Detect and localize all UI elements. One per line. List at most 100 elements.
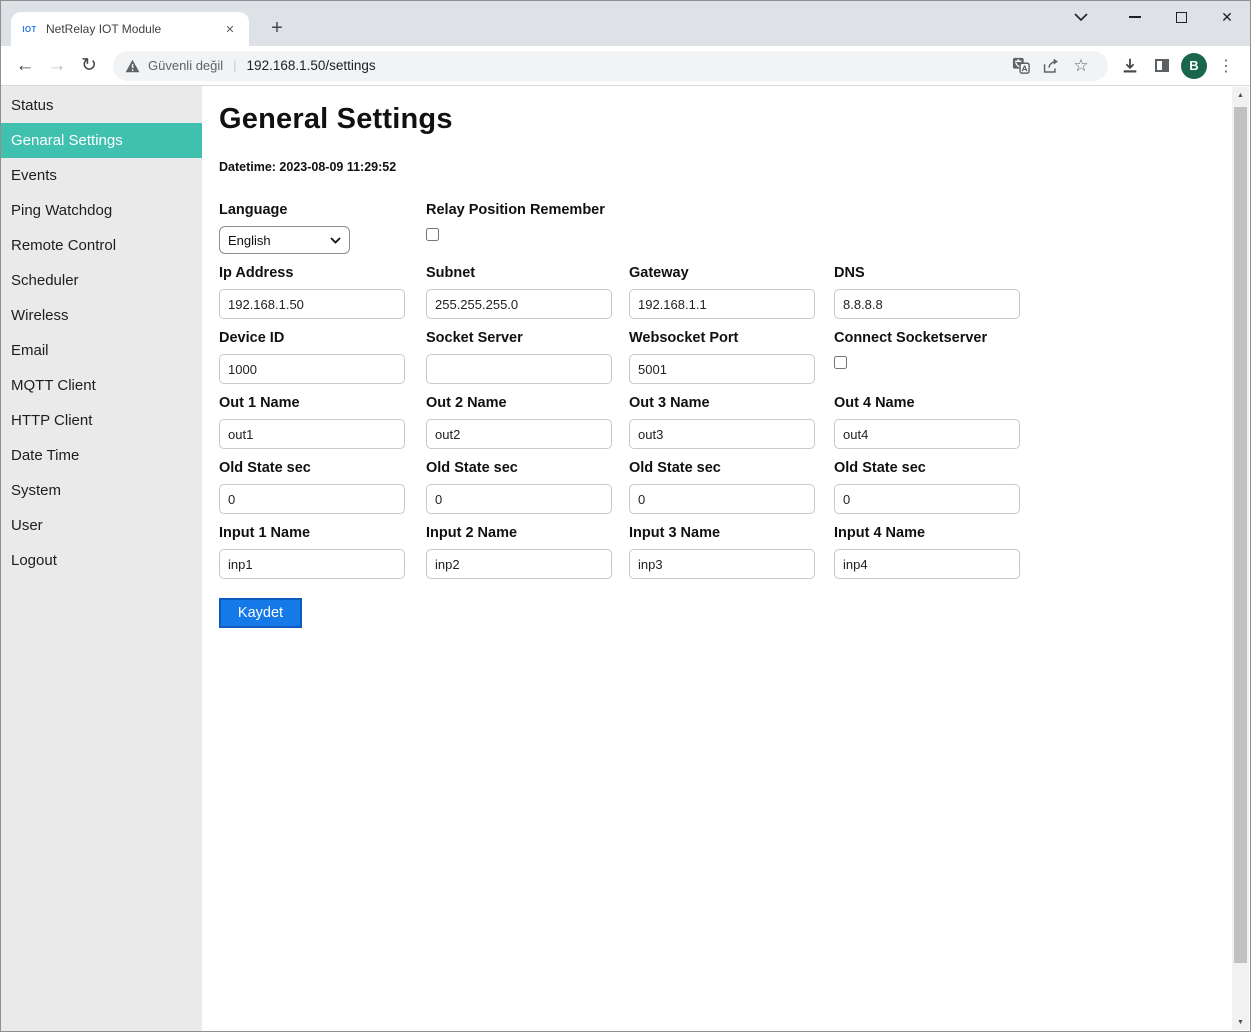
not-secure-warning-icon: [125, 59, 140, 73]
socket-server-input[interactable]: [426, 354, 612, 384]
old-state-sec-3-label: Old State sec: [629, 459, 834, 477]
device-id-label: Device ID: [219, 329, 426, 347]
url-text: 192.168.1.50/settings: [247, 58, 376, 73]
translate-icon[interactable]: [1006, 52, 1036, 80]
gateway-label: Gateway: [629, 264, 834, 282]
sidebar-item-ping-watchdog[interactable]: Ping Watchdog: [1, 193, 202, 228]
out-3-name-input[interactable]: [629, 419, 815, 449]
old-state-sec-4-label: Old State sec: [834, 459, 1039, 477]
relay-position-remember-checkbox[interactable]: [426, 228, 439, 241]
scrollbar-track[interactable]: [1232, 103, 1249, 1014]
out-1-name-input[interactable]: [219, 419, 405, 449]
browser-window: IOT NetRelay IOT Module ✕ + ✕ ← → ↻ Güve…: [0, 0, 1251, 1032]
out-1-name-label: Out 1 Name: [219, 394, 426, 412]
sidebar-item-logout[interactable]: Logout: [1, 543, 202, 578]
language-select[interactable]: English: [219, 226, 350, 254]
input-1-name-input[interactable]: [219, 549, 405, 579]
scroll-up-icon[interactable]: ▲: [1232, 87, 1249, 103]
old-state-sec-1-input[interactable]: [219, 484, 405, 514]
out-3-name-label: Out 3 Name: [629, 394, 834, 412]
sidebar-item-user[interactable]: User: [1, 508, 202, 543]
window-controls: ✕: [1058, 1, 1250, 33]
old-state-sec-2-input[interactable]: [426, 484, 612, 514]
sidebar-item-mqtt-client[interactable]: MQTT Client: [1, 368, 202, 403]
forward-icon[interactable]: →: [41, 50, 73, 82]
language-selected-value: English: [228, 233, 330, 248]
old-state-sec-4-input[interactable]: [834, 484, 1020, 514]
side-panel-icon[interactable]: [1146, 50, 1178, 82]
new-tab-button[interactable]: +: [263, 14, 291, 42]
address-bar[interactable]: Güvenli değil | 192.168.1.50/settings: [113, 51, 1108, 81]
tab-strip: IOT NetRelay IOT Module ✕ + ✕: [1, 1, 1250, 46]
sidebar-item-status[interactable]: Status: [1, 88, 202, 123]
back-icon[interactable]: ←: [9, 50, 41, 82]
download-icon[interactable]: [1114, 50, 1146, 82]
browser-tab[interactable]: IOT NetRelay IOT Module ✕: [11, 12, 249, 46]
bookmark-star-icon[interactable]: ☆: [1066, 52, 1096, 80]
omnibox-divider: |: [233, 58, 236, 73]
dns-label: DNS: [834, 264, 1039, 282]
old-state-sec-2-label: Old State sec: [426, 459, 629, 477]
sidebar-item-general-settings[interactable]: Genaral Settings: [1, 123, 202, 158]
subnet-input[interactable]: [426, 289, 612, 319]
sidebar-item-events[interactable]: Events: [1, 158, 202, 193]
connect-socketserver-label: Connect Socketserver: [834, 329, 1039, 347]
relay-position-remember-label: Relay Position Remember: [426, 201, 629, 219]
security-label: Güvenli değil: [148, 58, 223, 73]
tab-title: NetRelay IOT Module: [46, 22, 221, 36]
out-4-name-input[interactable]: [834, 419, 1020, 449]
sidebar-item-remote-control[interactable]: Remote Control: [1, 228, 202, 263]
sidebar-nav: Status Genaral Settings Events Ping Watc…: [1, 86, 202, 1032]
sidebar-item-date-time[interactable]: Date Time: [1, 438, 202, 473]
scrollbar-thumb[interactable]: [1234, 107, 1247, 963]
old-state-sec-1-label: Old State sec: [219, 459, 426, 477]
ip-address-label: Ip Address: [219, 264, 426, 282]
tab-search-chevron-icon[interactable]: [1058, 1, 1104, 33]
browser-toolbar: ← → ↻ Güvenli değil | 192.168.1.50/setti…: [1, 46, 1250, 86]
out-2-name-input[interactable]: [426, 419, 612, 449]
tab-close-icon[interactable]: ✕: [221, 20, 239, 38]
sidebar-item-scheduler[interactable]: Scheduler: [1, 263, 202, 298]
save-button[interactable]: Kaydet: [219, 598, 302, 628]
browser-menu-kebab-icon[interactable]: ⋮: [1210, 50, 1242, 82]
refresh-icon[interactable]: ↻: [73, 50, 105, 82]
maximize-icon: [1176, 12, 1187, 23]
old-state-sec-3-input[interactable]: [629, 484, 815, 514]
profile-avatar[interactable]: B: [1178, 50, 1210, 82]
out-4-name-label: Out 4 Name: [834, 394, 1039, 412]
connect-socketserver-checkbox[interactable]: [834, 356, 847, 369]
minimize-icon: [1129, 16, 1141, 18]
dns-input[interactable]: [834, 289, 1020, 319]
websocket-port-input[interactable]: [629, 354, 815, 384]
input-3-name-input[interactable]: [629, 549, 815, 579]
close-window-button[interactable]: ✕: [1204, 1, 1250, 33]
out-2-name-label: Out 2 Name: [426, 394, 629, 412]
sidebar-item-http-client[interactable]: HTTP Client: [1, 403, 202, 438]
settings-content: General Settings Datetime: 2023-08-09 11…: [202, 86, 1250, 1032]
sidebar-item-email[interactable]: Email: [1, 333, 202, 368]
gateway-input[interactable]: [629, 289, 815, 319]
ip-address-input[interactable]: [219, 289, 405, 319]
page-scrollbar[interactable]: ▲ ▼: [1232, 87, 1249, 1030]
datetime-label: Datetime: 2023-08-09 11:29:52: [219, 160, 1230, 174]
subnet-label: Subnet: [426, 264, 629, 282]
page-title: General Settings: [219, 102, 1230, 136]
input-4-name-label: Input 4 Name: [834, 524, 1039, 542]
scroll-down-icon[interactable]: ▼: [1232, 1014, 1249, 1030]
language-label: Language: [219, 201, 426, 219]
maximize-button[interactable]: [1158, 1, 1204, 33]
input-2-name-label: Input 2 Name: [426, 524, 629, 542]
select-chevron-down-icon: [330, 237, 341, 244]
websocket-port-label: Websocket Port: [629, 329, 834, 347]
minimize-button[interactable]: [1112, 1, 1158, 33]
sidebar-item-system[interactable]: System: [1, 473, 202, 508]
input-1-name-label: Input 1 Name: [219, 524, 426, 542]
device-id-input[interactable]: [219, 354, 405, 384]
input-3-name-label: Input 3 Name: [629, 524, 834, 542]
socket-server-label: Socket Server: [426, 329, 629, 347]
share-icon[interactable]: [1036, 52, 1066, 80]
favicon-iot-icon: IOT: [21, 21, 38, 38]
sidebar-item-wireless[interactable]: Wireless: [1, 298, 202, 333]
input-4-name-input[interactable]: [834, 549, 1020, 579]
input-2-name-input[interactable]: [426, 549, 612, 579]
